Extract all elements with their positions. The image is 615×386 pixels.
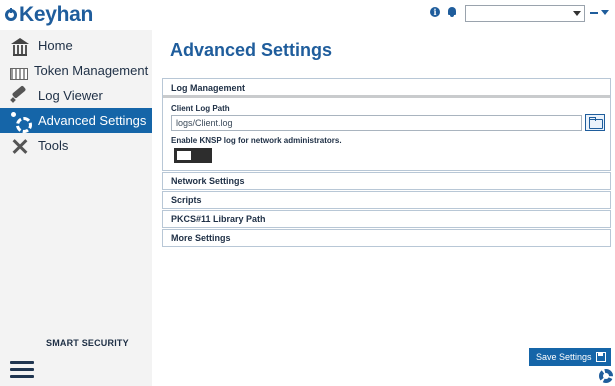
section-network-settings[interactable]: Network Settings: [162, 172, 611, 190]
home-icon: [10, 37, 32, 56]
log-viewer-icon: [10, 87, 32, 105]
token-select[interactable]: [465, 5, 585, 22]
log-management-panel: Log Management Client Log Path logs/Clie…: [162, 78, 611, 171]
sidebar-item-log-viewer[interactable]: Log Viewer: [0, 83, 152, 108]
top-bar: Keyhan i: [0, 0, 615, 30]
sidebar-item-label: Tools: [38, 138, 69, 153]
sidebar-item-label: Token Management: [34, 63, 149, 78]
log-management-header[interactable]: Log Management: [163, 79, 610, 98]
hamburger-menu-icon[interactable]: [10, 361, 34, 379]
power-logo-icon: [5, 8, 17, 21]
sidebar-footer-label: SMART SECURITY: [46, 338, 129, 348]
sidebar-item-advanced-settings[interactable]: Advanced Settings: [0, 108, 152, 133]
sidebar-item-home[interactable]: Home: [0, 33, 152, 58]
client-log-path-label: Client Log Path: [171, 104, 230, 113]
app-logo: Keyhan: [5, 2, 93, 28]
token-icon: [10, 67, 28, 80]
save-disk-icon: [596, 352, 606, 362]
minimize-icon[interactable]: [590, 12, 598, 14]
toggle-knob: [177, 151, 191, 160]
sidebar: Home Token Management Log Viewer Advance…: [0, 30, 152, 386]
client-log-path-input[interactable]: logs/Client.log: [171, 115, 582, 131]
gear-icon[interactable]: [599, 369, 613, 383]
logo-text: Keyhan: [19, 3, 94, 26]
tools-icon: [10, 137, 32, 155]
save-settings-label: Save Settings: [536, 352, 592, 362]
ksnp-log-toggle[interactable]: [174, 148, 212, 163]
sidebar-item-tools[interactable]: Tools: [0, 133, 152, 158]
bell-icon[interactable]: [447, 7, 457, 17]
info-icon[interactable]: i: [430, 7, 440, 17]
sidebar-item-label: Log Viewer: [38, 88, 103, 103]
section-pkcs11-library-path[interactable]: PKCS#11 Library Path: [162, 210, 611, 228]
advanced-settings-icon: [10, 111, 32, 133]
section-more-settings[interactable]: More Settings: [162, 229, 611, 247]
section-scripts[interactable]: Scripts: [162, 191, 611, 209]
save-settings-button[interactable]: Save Settings: [529, 348, 611, 366]
sidebar-item-label: Advanced Settings: [38, 113, 147, 128]
sidebar-item-label: Home: [38, 38, 73, 53]
app-window: Keyhan i Home Token Management Log Viewe…: [0, 0, 615, 386]
sidebar-item-token-management[interactable]: Token Management: [0, 58, 152, 83]
dropdown-icon[interactable]: [601, 10, 609, 15]
chevron-down-icon: [573, 11, 581, 16]
browse-folder-button[interactable]: [585, 114, 605, 131]
ksnp-log-label: Enable KNSP log for network administrato…: [171, 136, 342, 145]
top-icons: i: [430, 7, 457, 17]
page-title: Advanced Settings: [170, 40, 333, 60]
